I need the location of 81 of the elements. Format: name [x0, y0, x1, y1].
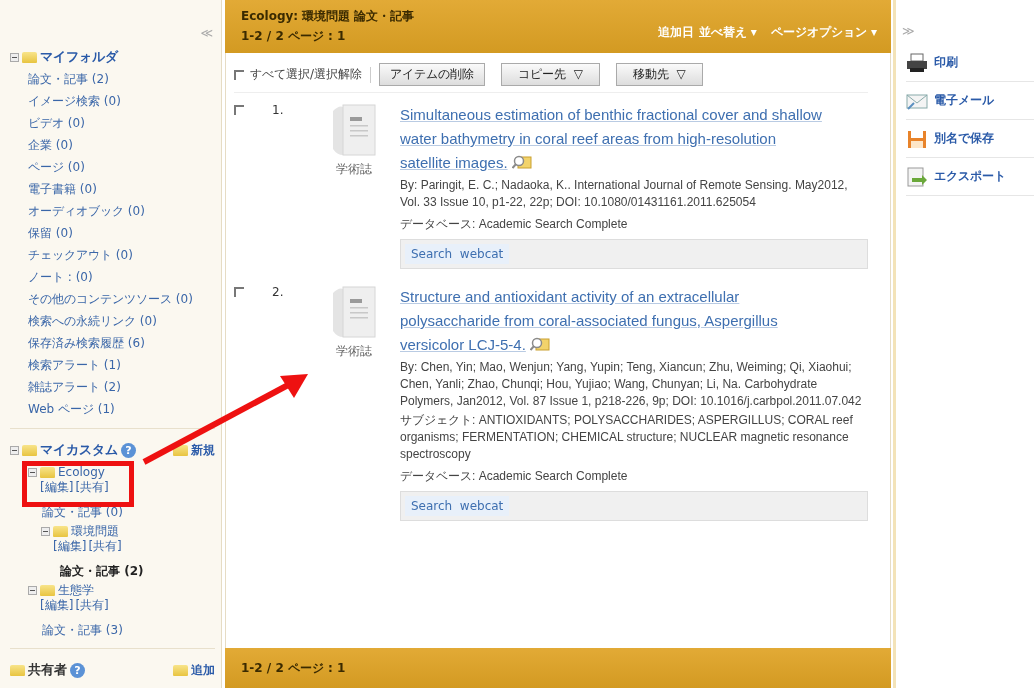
toolbar-button[interactable]: 移動先 ▽ — [615, 63, 703, 86]
export-icon[interactable] — [906, 166, 928, 187]
folder-link[interactable]: 環境問題 — [71, 524, 119, 539]
folder-link[interactable]: 論文・記事 (3) — [42, 622, 123, 638]
save-icon[interactable] — [906, 128, 928, 149]
section-title: マイカスタム — [40, 441, 118, 459]
folder-icon — [53, 526, 68, 537]
document-icon — [331, 285, 377, 341]
folder-link[interactable]: ビデオ (0) — [28, 112, 85, 134]
document-icon — [331, 103, 377, 159]
new-folder-icon[interactable] — [173, 444, 188, 456]
section-title: 共有者 — [28, 661, 67, 679]
paging-text: 1-2 / 2 ページ : 1 — [241, 28, 346, 45]
folder-icon — [10, 664, 25, 676]
citation-text: By: Chen, Yin; Mao, Wenjun; Yang, Yupin; Teng, Xiancun; Zhu, Weiming; Qi, Xiaohui; Chen, Yanli; Zhao, Chunqi; Hou, Yujiao; Wang, Chunyan; Li, Na. Carbohydrate Polymers, Jan2012, Vol. 87 Issue 1, p218-226, 9p; DOI: 10.1016/j.carbpol.2011.07.042 — [400, 359, 863, 410]
database-text: データベース: Academic Search Complete — [400, 216, 629, 233]
folder-action-link[interactable]: [共有] — [75, 480, 109, 495]
select-all-label: すべて選択/選択解除 — [250, 66, 363, 83]
search-webcat-link[interactable]: Search webcat — [405, 244, 510, 264]
help-button[interactable]: ? — [121, 442, 136, 458]
toolbar-button[interactable]: アイテムの削除 — [379, 63, 486, 86]
folder-link[interactable]: 保留 (0) — [28, 222, 73, 244]
folder-link[interactable]: 企業 (0) — [28, 134, 73, 156]
folder-icon — [22, 444, 37, 456]
action-link[interactable]: 別名で保存 — [934, 130, 994, 147]
checkbox[interactable] — [234, 105, 244, 115]
citation-text: By: Paringit, E. C.; Nadaoka, K.. International Journal of Remote Sensing. May2012, Vol. 33 Issue 10, p1-22, 22p; DOI: 10.1080/01431161.2011.625054 — [400, 177, 849, 211]
new-folder-link[interactable]: 新規 — [191, 441, 215, 459]
toolbar-button[interactable]: コピー先 ▽ — [501, 63, 600, 86]
folder-link[interactable]: 検索アラート (1) — [28, 354, 121, 376]
action-link[interactable]: エクスポート — [934, 168, 1006, 185]
folder-link[interactable]: ノート : (0) — [28, 266, 93, 288]
folder-title: Ecology: 環境問題 論文・記事 — [241, 8, 415, 25]
folder-link[interactable]: 保存済み検索履歴 (6) — [28, 332, 145, 354]
folder-link[interactable]: チェックアウト (0) — [28, 244, 133, 266]
type-label: 学術誌 — [336, 343, 372, 360]
type-label: 学術誌 — [336, 161, 372, 178]
folder-link[interactable]: 生態学 — [58, 583, 94, 598]
expand-toggle-icon[interactable] — [28, 468, 37, 477]
folder-link[interactable]: 論文・記事 (2) — [60, 563, 144, 579]
folder-link[interactable]: 論文・記事 (0) — [42, 504, 123, 520]
folder-link[interactable]: 検索への永続リンク (0) — [28, 310, 157, 332]
result-title-link[interactable]: Structure and antioxidant activity of an extracellular polysaccharide from coral-associated fungus, Aspergillus versicolor LCJ-5-4. — [400, 285, 830, 357]
folder-action-link[interactable]: [共有] — [88, 539, 122, 554]
preview-icon[interactable] — [529, 336, 550, 352]
search-webcat-link[interactable]: Search webcat — [405, 496, 510, 516]
folder-link[interactable]: 論文・記事 (2) — [28, 68, 109, 90]
section-title: マイフォルダ — [40, 48, 118, 66]
add-link[interactable]: 追加 — [191, 661, 215, 679]
folder-action-link[interactable]: [共有] — [75, 598, 109, 613]
expand-toggle-icon[interactable] — [41, 527, 50, 536]
folder-icon — [22, 51, 37, 63]
checkbox[interactable] — [234, 69, 244, 80]
action-link[interactable]: 電子メール — [934, 92, 994, 109]
paging-text: 1-2 / 2 ページ : 1 — [241, 659, 346, 677]
folder-link[interactable]: オーディオブック (0) — [28, 200, 145, 222]
expand-toggle-icon[interactable] — [28, 586, 37, 595]
database-text: データベース: Academic Search Complete — [400, 468, 629, 485]
printer-icon[interactable] — [906, 52, 928, 73]
action-link[interactable]: 印刷 — [934, 54, 958, 71]
result-number: 1. — [271, 103, 285, 119]
preview-icon[interactable] — [511, 154, 532, 170]
help-button[interactable]: ? — [70, 662, 85, 678]
folder-link[interactable]: 雑誌アラート (2) — [28, 376, 121, 398]
folder-action-link[interactable]: [編集] — [40, 598, 74, 613]
folder-icon — [40, 585, 55, 596]
folder-link[interactable]: Ecology — [58, 465, 105, 480]
folder-link[interactable]: イメージ検索 (0) — [28, 90, 121, 112]
folder-link[interactable]: その他のコンテンツソース (0) — [28, 288, 193, 310]
expand-toggle-icon[interactable] — [10, 52, 19, 62]
folder-icon — [40, 467, 55, 478]
subjects-text: サブジェクト: ANTIOXIDANTS; POLYSACCHARIDES; ASPERGILLUS; CORAL reef organisms; FERMENTATION; CHEMICAL structure; NUCLEAR magnetic resonance spectroscopy — [400, 412, 854, 463]
folder-link[interactable]: 電子書籍 (0) — [28, 178, 97, 200]
folder-link[interactable]: Web ページ (1) — [28, 398, 115, 420]
folder-action-link[interactable]: [編集] — [53, 539, 87, 554]
expand-toggle-icon[interactable] — [10, 445, 19, 455]
result-number: 2. — [271, 285, 285, 301]
checkbox[interactable] — [234, 287, 244, 297]
folder-link[interactable]: ページ (0) — [28, 156, 85, 178]
folder-action-link[interactable]: [編集] — [40, 480, 74, 495]
result-title-link[interactable]: Simultaneous estimation of benthic fractional cover and shallow water bathymetry in coral reef areas from high-resolution satellite images. — [400, 103, 830, 175]
